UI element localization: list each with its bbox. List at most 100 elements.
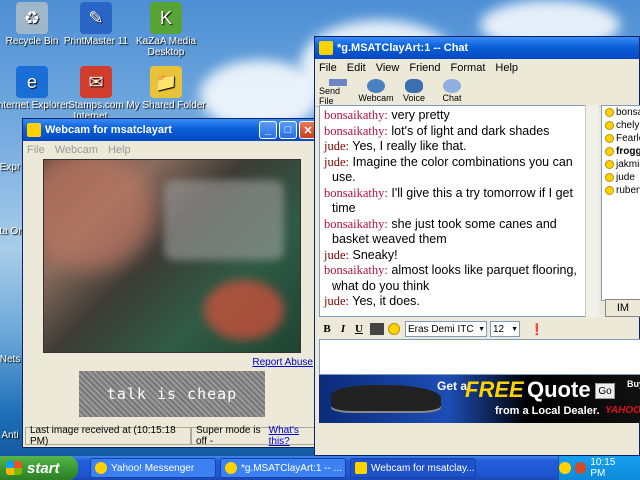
menu-webcam[interactable]: Webcam (55, 144, 98, 156)
chat-button[interactable]: Chat (433, 77, 471, 106)
start-button[interactable]: start (0, 456, 78, 480)
desktop-icon-shared-folder[interactable]: 📁 My Shared Folder (126, 66, 206, 111)
smiley-icon (605, 108, 614, 117)
chat-message: bonsaikathy: almost looks like parquet f… (324, 263, 582, 294)
advertisement-banner[interactable]: Get a FREE Quote from a Local Dealer. Go… (319, 375, 640, 423)
menu-edit[interactable]: Edit (347, 62, 366, 74)
message-text: Sneaky! (352, 247, 398, 262)
menu-view[interactable]: View (376, 62, 400, 74)
message-sender: bonsaikathy: (324, 185, 388, 200)
menu-file[interactable]: File (319, 62, 337, 74)
message-sender: bonsaikathy: (324, 263, 388, 277)
shared-folder-icon: 📁 (150, 66, 182, 98)
kazaa-icon: K (150, 2, 182, 34)
menu-friend[interactable]: Friend (409, 62, 440, 74)
webcam-window: Webcam for msatclayart _ □ ✕ File Webcam… (22, 118, 322, 448)
report-abuse-link[interactable]: Report Abuse (252, 357, 313, 368)
messenger-icon (319, 41, 333, 55)
font-select[interactable]: Eras Demi ITC (405, 321, 487, 337)
desktop-icon-stamps[interactable]: ✉ Stamps.com Internet ... (56, 66, 136, 122)
buzz-icon[interactable]: ❗ (530, 323, 544, 336)
ad-go-button[interactable]: Go (595, 383, 615, 399)
chat-toolbar: Send File Webcam Voice Chat (315, 77, 639, 107)
webcam-image-region (44, 160, 154, 270)
message-text: very pretty (391, 108, 450, 122)
chat-titlebar[interactable]: *g.MSATClayArt:1 -- Chat (315, 37, 639, 59)
smiley-icon (605, 121, 614, 130)
webcam-title: Webcam for msatclayart (45, 124, 172, 136)
message-text: lot's of light and dark shades (391, 123, 550, 138)
webcam-button[interactable]: Webcam (357, 77, 395, 106)
webcam-icon (27, 123, 41, 137)
ad-quote: Quote (527, 377, 591, 402)
internet-explorer-icon: e (16, 66, 48, 98)
ad-dealer: from a Local Dealer. (495, 405, 600, 417)
webcam-banner: talk is cheap (79, 371, 265, 417)
messenger-tray-icon[interactable] (559, 462, 571, 474)
desktop-icon-kazaa[interactable]: K KaZaA Media Desktop (126, 2, 206, 58)
webcam-video-feed (43, 159, 301, 353)
maximize-button[interactable]: □ (279, 121, 297, 139)
send-file-button[interactable]: Send File (319, 77, 357, 106)
menu-file[interactable]: File (27, 144, 45, 156)
buddy-item[interactable]: frogg (602, 145, 640, 158)
taskbar-item-webcam[interactable]: Webcam for msatclay... (350, 458, 476, 478)
network-tray-icon[interactable] (574, 462, 587, 474)
chat-message: jude: Imagine the color combinations you… (324, 155, 582, 186)
menu-format[interactable]: Format (451, 62, 486, 74)
webcam-icon (355, 462, 367, 474)
underline-button[interactable]: U (351, 323, 367, 335)
windows-flag-icon (6, 461, 22, 475)
chat-icon (225, 462, 237, 474)
message-text: Yes, I really like that. (352, 139, 467, 153)
smiley-icon (605, 134, 614, 143)
chat-message: jude: Sneaky! (324, 248, 582, 264)
ad-buy: Buy (627, 379, 640, 389)
system-tray: 10:15 PM (558, 456, 640, 480)
chat-title: *g.MSATClayArt:1 -- Chat (337, 42, 469, 54)
message-input[interactable] (319, 339, 640, 375)
message-sender: bonsaikathy: (324, 216, 388, 231)
buddy-item[interactable]: rubens (602, 184, 640, 197)
format-toolbar: B I U Eras Demi ITC 12 ❗ (319, 319, 640, 339)
conversation-scrollbar[interactable] (585, 105, 599, 317)
minimize-button[interactable]: _ (259, 121, 277, 139)
ad-yahoo-logo: YAHOO (605, 405, 640, 416)
chat-message: bonsaikathy: I'll give this a try tomorr… (324, 186, 582, 217)
webcam-icon (367, 79, 385, 93)
buddy-item[interactable]: bonsa (602, 106, 640, 119)
webcam-titlebar[interactable]: Webcam for msatclayart _ □ ✕ (23, 119, 321, 141)
taskbar: start Yahoo! Messenger *g.MSATClayArt:1 … (0, 456, 640, 480)
webcam-statusbar: Last image received at (10:15:18 PM) Sup… (25, 425, 319, 447)
desktop-icon-printmaster[interactable]: ✎ PrintMaster 11 (56, 2, 136, 47)
banner-text: talk is cheap (106, 385, 238, 403)
buddy-item[interactable]: Fearle (602, 132, 640, 145)
menu-help[interactable]: Help (108, 144, 131, 156)
menu-help[interactable]: Help (495, 62, 518, 74)
chat-window: *g.MSATClayArt:1 -- Chat File Edit View … (314, 36, 640, 456)
buddy-item[interactable]: jakmia (602, 158, 640, 171)
chat-message: bonsaikathy: she just took some canes an… (324, 217, 582, 248)
buddy-list: bonsa chelyh Fearle frogg jakmia jude ru… (601, 105, 640, 301)
whats-this-link[interactable]: What's this? (269, 425, 314, 447)
message-sender: jude: (324, 294, 349, 308)
voice-button[interactable]: Voice (395, 77, 433, 106)
italic-button[interactable]: I (335, 323, 351, 335)
message-text: Yes, it does. (352, 294, 420, 308)
taskbar-item-chat[interactable]: *g.MSATClayArt:1 -- ... (220, 458, 346, 478)
message-sender: jude: (324, 154, 349, 169)
font-size-select[interactable]: 12 (490, 321, 520, 337)
buddy-item[interactable]: jude (602, 171, 640, 184)
message-sender: jude: (324, 139, 349, 153)
emoticon-icon[interactable] (388, 323, 400, 335)
conversation-pane[interactable]: bonsaikathy: very pretty bonsaikathy: lo… (319, 105, 587, 317)
im-button[interactable]: IM (605, 299, 640, 317)
status-super-mode: Super mode is off - What's this? (191, 425, 319, 447)
buddy-item[interactable]: chelyh (602, 119, 640, 132)
chat-message: bonsaikathy: very pretty (324, 108, 582, 124)
bold-button[interactable]: B (319, 323, 335, 335)
taskbar-item-yahoo-messenger[interactable]: Yahoo! Messenger (90, 458, 216, 478)
color-icon[interactable] (370, 323, 384, 335)
chat-icon (443, 79, 461, 93)
status-last-image: Last image received at (10:15:18 PM) (25, 425, 191, 447)
